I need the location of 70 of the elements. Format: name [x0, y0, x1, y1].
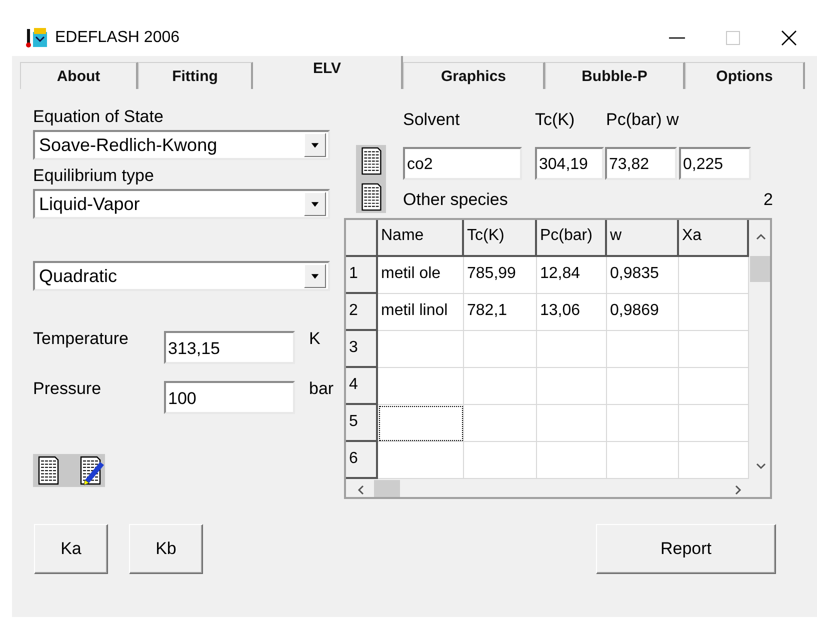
section-label: Other species [403, 190, 508, 211]
table-cell [607, 331, 679, 368]
ka-button[interactable]: Ka [34, 524, 108, 574]
field-label: Tc(K) [535, 110, 576, 131]
table-cell[interactable] [378, 405, 464, 442]
table-cell: 12,84 [537, 257, 607, 294]
table-cell: 785,99 [464, 257, 537, 294]
input-field[interactable]: 304,19 [535, 147, 604, 180]
table-cell [607, 368, 679, 405]
tab[interactable]: Graphics [403, 62, 545, 89]
row-header: 1 [346, 257, 378, 294]
dropdown[interactable]: Soave-Redlich-Kwong [33, 130, 330, 160]
table-cell [679, 294, 749, 331]
table-cell: 13,06 [537, 294, 607, 331]
close-icon[interactable] [780, 29, 798, 47]
field-label: Temperature [33, 329, 130, 350]
scrollbar-thumb[interactable] [750, 256, 770, 282]
tab[interactable]: About [20, 62, 138, 89]
tab[interactable]: Bubble-P [545, 62, 685, 89]
unit-label: K [309, 329, 320, 350]
table-cell: metil ole [378, 257, 464, 294]
table-cell: metil linol [378, 294, 464, 331]
scrollbar-thumb[interactable] [374, 480, 400, 497]
table-cell [607, 405, 679, 442]
table-cell [679, 405, 749, 442]
field-label: Solvent [403, 110, 461, 131]
column-header[interactable]: Xa [679, 220, 749, 257]
field-label: Pressure [33, 379, 102, 400]
field-label: Equilibrium type [33, 166, 155, 187]
row-header: 3 [346, 331, 378, 368]
table-cell: 0,9835 [607, 257, 679, 294]
window-title: EDEFLASH 2006 [55, 29, 180, 47]
dropdown[interactable]: Liquid-Vapor [33, 189, 330, 219]
kb-button[interactable]: Kb [129, 524, 203, 574]
table-cell [679, 257, 749, 294]
field-label: Pc(bar) w [606, 110, 679, 131]
row-header: 4 [346, 368, 378, 405]
table-cell [607, 442, 679, 479]
row-header: 2 [346, 294, 378, 331]
dropdown[interactable]: Quadratic [33, 261, 330, 291]
caret-icon[interactable] [304, 133, 326, 157]
row-header: 5 [346, 405, 378, 442]
field-label: Equation of State [33, 107, 164, 128]
table-cell [679, 368, 749, 405]
species-count: 2 [764, 190, 773, 211]
caret-icon[interactable] [304, 192, 326, 216]
table-cell: 782,1 [464, 294, 537, 331]
tab[interactable]: Fitting [138, 62, 253, 89]
unit-label: bar [309, 379, 334, 400]
app-icon [25, 27, 49, 49]
input-field[interactable]: 0,225 [679, 147, 751, 180]
table-cell [679, 442, 749, 479]
input-field[interactable]: 100 [164, 381, 295, 414]
tab[interactable]: Options [685, 62, 805, 89]
column-header[interactable]: w [607, 220, 679, 257]
table-cell [679, 331, 749, 368]
input-field[interactable]: 313,15 [164, 331, 295, 364]
input-field[interactable]: 73,82 [605, 147, 677, 180]
table-cell: 0,9869 [607, 294, 679, 331]
caret-icon[interactable] [304, 264, 326, 288]
report-button[interactable]: Report [596, 524, 776, 574]
column-header[interactable]: Tc(K) [464, 220, 537, 257]
input-field[interactable]: co2 [403, 147, 522, 180]
row-header: 6 [346, 442, 378, 479]
column-header[interactable]: Name [378, 220, 464, 257]
table-cell [537, 405, 607, 442]
table-cell [537, 442, 607, 479]
column-header[interactable]: Pc(bar) [537, 220, 607, 257]
table-cell [537, 368, 607, 405]
table-cell [537, 331, 607, 368]
